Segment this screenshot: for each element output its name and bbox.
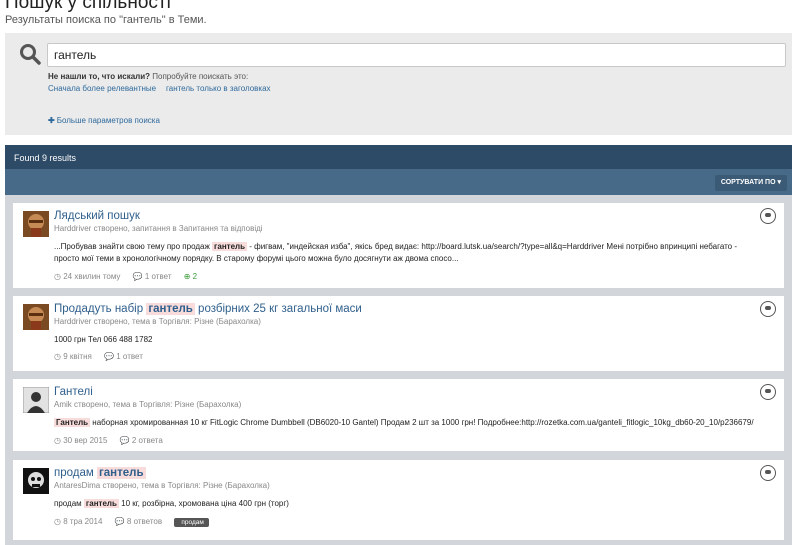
avatar[interactable] bbox=[23, 211, 49, 237]
suggest-relevant-link[interactable]: Сначала более релевантные bbox=[48, 84, 156, 93]
page-subtitle: Результаты поиска по "гантель" в Теми. bbox=[5, 14, 207, 26]
result-meta: Amik створено, тема в Торгівля: Різне (Б… bbox=[54, 400, 242, 409]
plus-icon: ✚ bbox=[48, 116, 55, 125]
sort-bar: СОРТУВАТИ ПО ▾ bbox=[5, 169, 792, 195]
result-stats: ◷ 8 тра 2014 💬 8 ответов продам bbox=[54, 517, 209, 527]
results-container: Found 9 results СОРТУВАТИ ПО ▾ Лядський … bbox=[5, 145, 792, 545]
answers-count: 💬 8 ответов bbox=[114, 517, 163, 526]
result-title-link[interactable]: Гантелі bbox=[54, 386, 93, 398]
clock-icon: ◷ 8 тра 2014 bbox=[54, 517, 103, 526]
search-icon[interactable] bbox=[19, 43, 41, 65]
clock-icon: ◷ 30 вер 2015 bbox=[54, 436, 108, 445]
clock-icon: ◷ 9 квітня bbox=[54, 352, 92, 361]
avatar[interactable] bbox=[23, 468, 49, 494]
result-item: Гантелі Amik створено, тема в Торгівля: … bbox=[13, 379, 784, 451]
result-title-link[interactable]: Лядський пошук bbox=[54, 210, 140, 222]
sort-button[interactable]: СОРТУВАТИ ПО ▾ bbox=[714, 175, 787, 191]
comment-icon[interactable] bbox=[760, 465, 776, 481]
result-stats: ◷ 30 вер 2015 💬 2 ответа bbox=[54, 436, 173, 445]
answers-count: 💬 2 ответа bbox=[119, 436, 163, 445]
result-title-link[interactable]: Продадуть набір гантель розбірних 25 кг … bbox=[54, 303, 362, 315]
result-item: Лядський пошук Harddriver створено, запи… bbox=[13, 203, 784, 288]
comment-icon[interactable] bbox=[760, 384, 776, 400]
result-snippet: ...Пробував знайти свою тему про продаж … bbox=[54, 242, 738, 263]
tag-badge[interactable]: продам bbox=[174, 518, 209, 527]
comment-icon[interactable] bbox=[760, 208, 776, 224]
result-meta: Harddriver створено, запитання в Запитан… bbox=[54, 224, 263, 233]
avatar[interactable] bbox=[23, 304, 49, 330]
result-meta: Harddriver створено, тема в Торгівля: Рі… bbox=[54, 317, 261, 326]
comment-icon[interactable] bbox=[760, 301, 776, 317]
result-snippet: продам гантель 10 кг, розбірна, хромован… bbox=[54, 499, 289, 508]
answers-count: 💬 1 ответ bbox=[132, 272, 172, 281]
search-panel: Не нашли то, что искали? Попробуйте поис… bbox=[5, 33, 792, 135]
result-snippet: 1000 грн Тел 066 488 1782 bbox=[54, 335, 153, 344]
result-meta: AntaresDima створено, тема в Торгівля: Р… bbox=[54, 481, 270, 490]
results-count: Found 9 results bbox=[5, 145, 792, 169]
search-input[interactable] bbox=[47, 43, 786, 67]
clock-icon: ◷ 24 хвилин тому bbox=[54, 272, 121, 281]
search-hint: Не нашли то, что искали? Попробуйте поис… bbox=[48, 72, 249, 81]
result-title-link[interactable]: продам гантель bbox=[54, 467, 146, 479]
result-stats: ◷ 24 хвилин тому 💬 1 ответ ⊕ 2 bbox=[54, 272, 207, 281]
page-title: Пошук у спільності bbox=[5, 0, 171, 13]
more-params-link[interactable]: ✚ Больше параметров поиска bbox=[48, 116, 160, 125]
avatar[interactable] bbox=[23, 387, 49, 413]
suggest-titles-link[interactable]: гантель только в заголовках bbox=[166, 84, 271, 93]
result-snippet: Гантель наборная хромированная 10 кг Fit… bbox=[54, 418, 754, 427]
result-stats: ◷ 9 квітня 💬 1 ответ bbox=[54, 352, 153, 361]
result-item: Продадуть набір гантель розбірних 25 кг … bbox=[13, 296, 784, 371]
result-item: продам гантель AntaresDima створено, тем… bbox=[13, 460, 784, 540]
answers-count: 💬 1 ответ bbox=[104, 352, 143, 361]
votes-count: ⊕ 2 bbox=[183, 272, 198, 281]
